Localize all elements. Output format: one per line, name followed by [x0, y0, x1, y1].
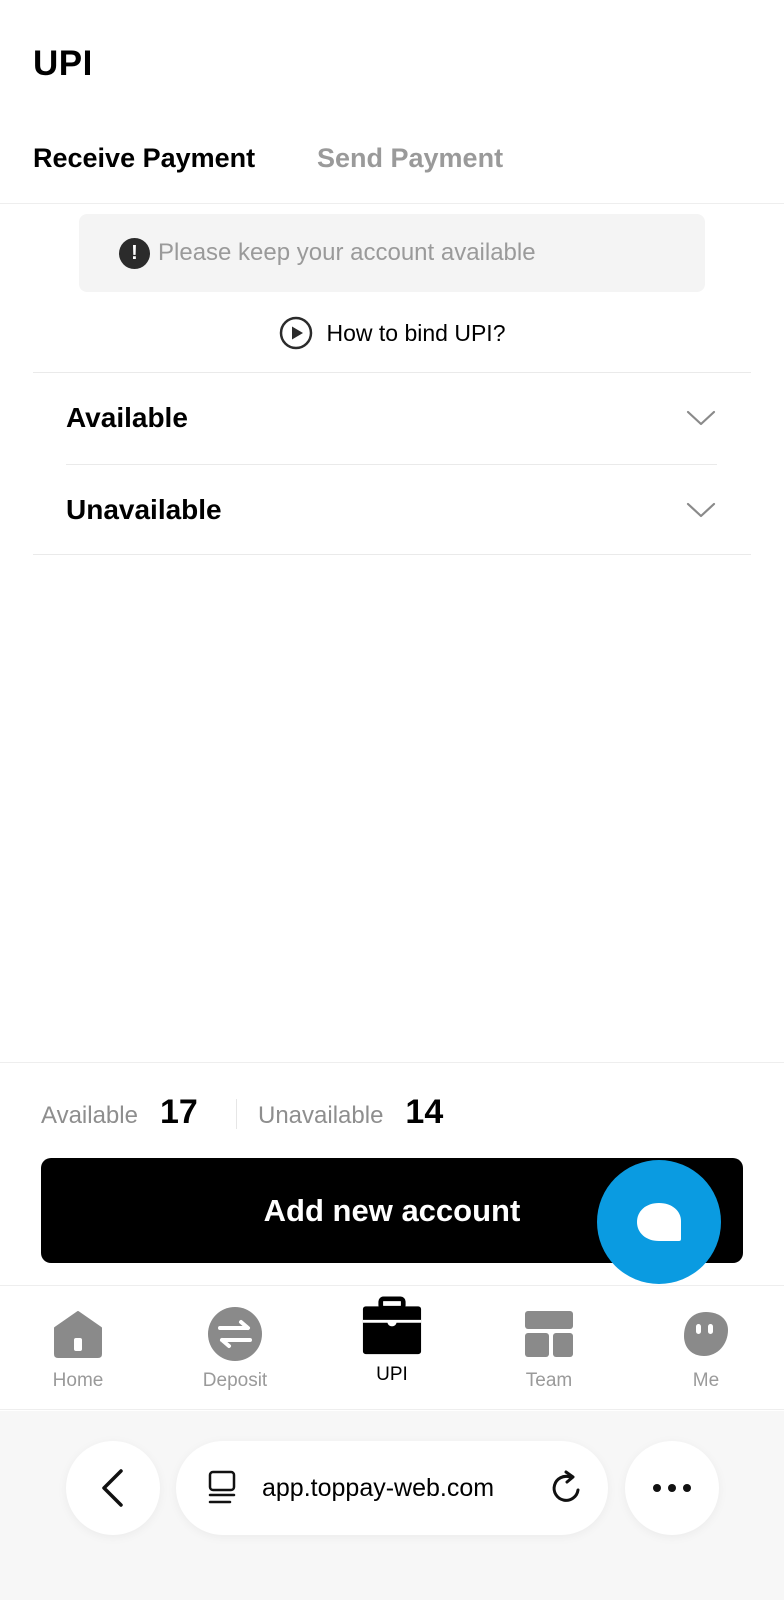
unavailable-count-value: 14 [405, 1093, 444, 1131]
browser-more-button[interactable] [625, 1441, 719, 1535]
section-available[interactable]: Available [66, 373, 716, 463]
unavailable-count-label: Unavailable [258, 1102, 384, 1129]
unavailable-count-group: Unavailable 14 [258, 1093, 443, 1132]
how-to-bind-link[interactable]: How to bind UPI? [0, 316, 784, 350]
how-to-bind-label: How to bind UPI? [326, 319, 506, 346]
tabbar-item-deposit[interactable]: Deposit [175, 1286, 295, 1411]
tabbar-label-home: Home [52, 1370, 104, 1391]
chat-bubble-icon [637, 1203, 681, 1241]
profile-face-icon [676, 1304, 736, 1364]
tabbar-item-home[interactable]: Home [18, 1286, 138, 1411]
section-available-label: Available [66, 402, 188, 433]
back-arrow-icon [102, 1469, 123, 1507]
browser-toolbar: app.toppay-web.com [0, 1411, 784, 1600]
tabbar-item-me[interactable]: Me [646, 1286, 766, 1411]
chevron-down-icon [686, 410, 716, 426]
account-notice: ! Please keep your account available [79, 214, 705, 292]
browser-url-bar[interactable]: app.toppay-web.com [176, 1441, 608, 1535]
tab-send-payment[interactable]: Send Payment [317, 143, 503, 174]
home-icon [48, 1304, 108, 1364]
page-header: UPI Receive Payment Send Payment [0, 0, 784, 204]
section-unavailable-label: Unavailable [66, 494, 222, 525]
available-count-group: Available 17 [41, 1093, 198, 1132]
team-grid-icon [519, 1304, 579, 1364]
browser-back-button[interactable] [66, 1441, 160, 1535]
count-separator [236, 1099, 237, 1129]
notice-text: Please keep your account available [158, 239, 536, 266]
play-circle-icon [279, 316, 312, 350]
divider [33, 554, 751, 555]
available-count-value: 17 [159, 1093, 198, 1131]
page-title: UPI [33, 44, 93, 83]
bottom-tab-bar: Home Deposit UPI Team Me [0, 1285, 784, 1410]
exclamation-icon: ! [119, 237, 150, 269]
section-unavailable[interactable]: Unavailable [66, 465, 716, 555]
tabbar-label-upi: UPI [376, 1364, 408, 1385]
tabbar-item-team[interactable]: Team [489, 1286, 609, 1411]
more-dots-icon [653, 1484, 691, 1492]
reload-icon[interactable] [548, 1470, 584, 1506]
exchange-icon [205, 1304, 265, 1364]
chevron-down-icon [686, 502, 716, 518]
tabbar-label-me: Me [692, 1370, 720, 1391]
chat-fab[interactable] [597, 1160, 721, 1284]
tab-receive-payment[interactable]: Receive Payment [33, 143, 255, 174]
available-count-label: Available [41, 1102, 138, 1129]
tabbar-item-upi[interactable]: UPI [332, 1286, 452, 1411]
tabbar-label-deposit: Deposit [202, 1370, 268, 1391]
browser-url-text: app.toppay-web.com [262, 1473, 495, 1502]
briefcase-icon [362, 1294, 422, 1358]
page-icon [208, 1470, 236, 1504]
tabbar-label-team: Team [525, 1370, 573, 1391]
